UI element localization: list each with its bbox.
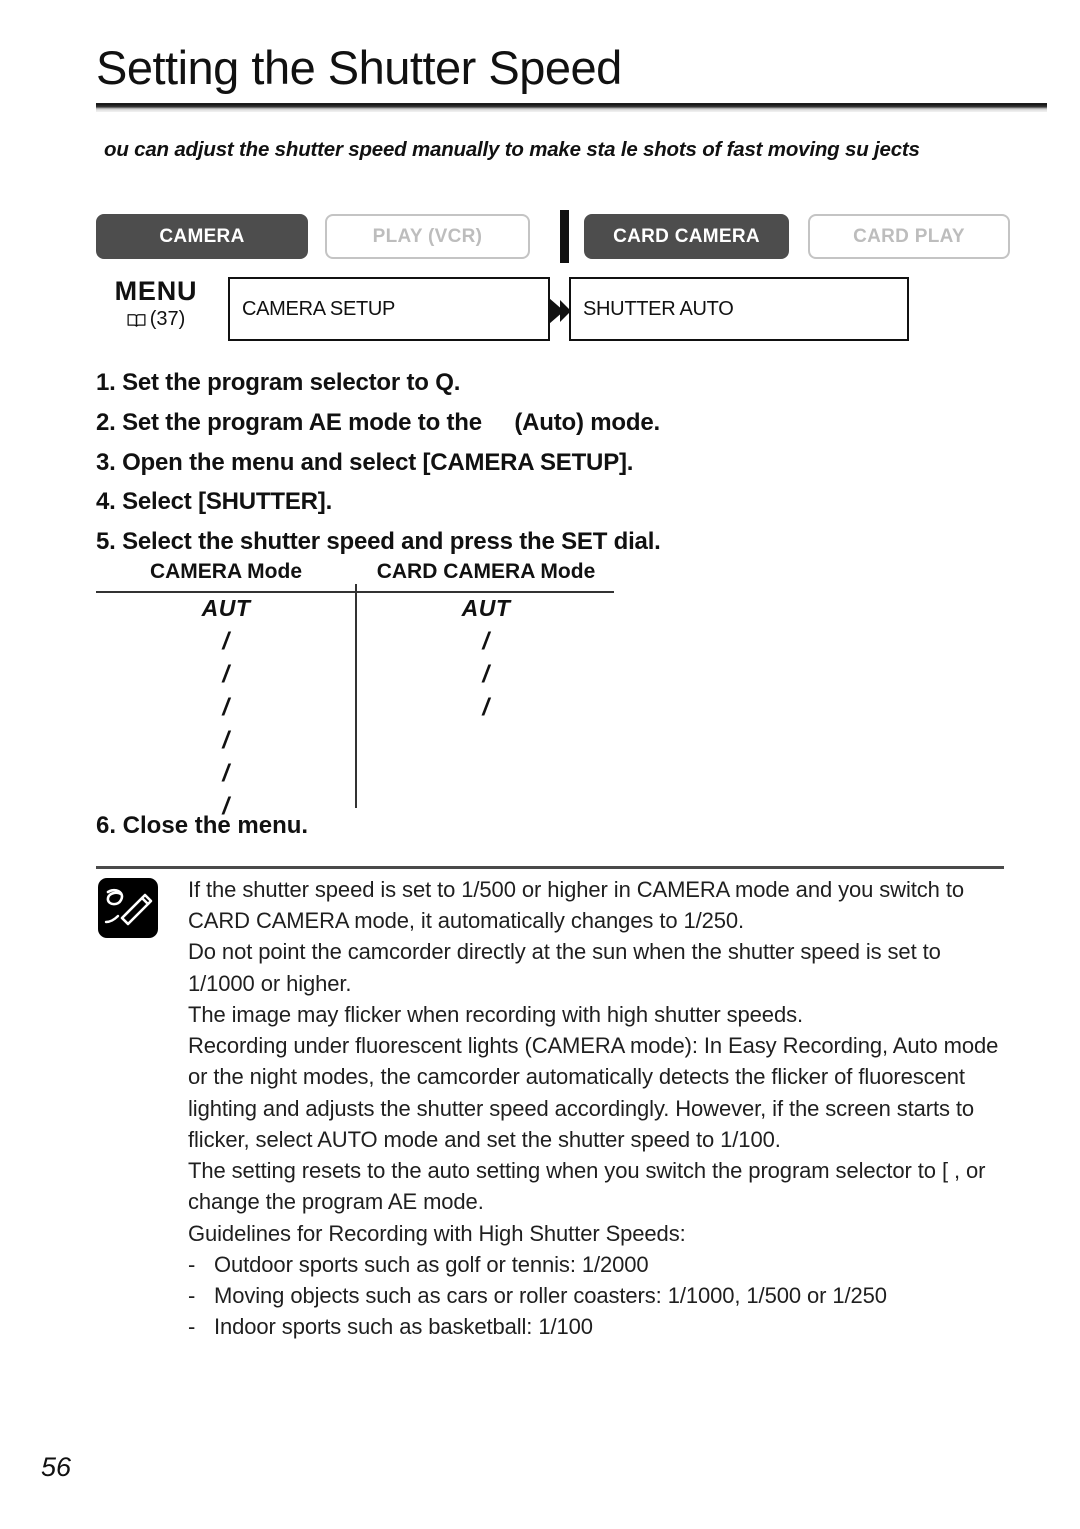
mode-button-card-camera[interactable]: CARD CAMERA — [584, 214, 789, 259]
menu-reference-text: (37) — [149, 308, 186, 330]
mode-button-camera[interactable]: CAMERA — [96, 214, 308, 259]
note-paragraph: If the shutter speed is set to 1/500 or … — [188, 877, 964, 934]
menu-box-camera-setup-label: CAMERA SETUP — [242, 297, 396, 320]
mode-button-play-vcr-label: PLAY (VCR) — [372, 225, 483, 247]
guideline-dash: - — [188, 1283, 196, 1309]
mode-button-row: CAMERA PLAY (VCR) CARD CAMERA CARD PLAY — [96, 210, 1010, 263]
title-divider — [96, 102, 1047, 112]
notes-divider — [96, 866, 1004, 869]
table-cell: / — [222, 760, 230, 788]
mode-button-play-vcr[interactable]: PLAY (VCR) — [325, 214, 530, 259]
mode-button-card-play-label: CARD PLAY — [853, 225, 965, 247]
menu-label: MENU — [114, 276, 198, 306]
mode-button-camera-label: CAMERA — [159, 225, 245, 247]
open-book-icon — [127, 312, 146, 327]
table-cell: / — [222, 693, 230, 721]
guideline-dash: - — [188, 1251, 196, 1277]
intro-paragraph: ou can adjust the shutter speed manually… — [104, 138, 920, 161]
guideline-item: - Indoor sports such as basketball: 1/10… — [188, 1311, 1000, 1342]
step-6: 6. Close the menu. — [96, 812, 309, 839]
step-3: 3. Open the menu and select [CAMERA SETU… — [96, 448, 634, 476]
mode-group-separator — [560, 210, 569, 263]
title-block: Setting the Shutter Speed — [96, 41, 1047, 112]
guideline-text: Moving objects such as cars or roller co… — [214, 1283, 887, 1309]
table-header-camera-mode: CAMERA Mode — [149, 560, 303, 583]
table-cell: / — [482, 693, 490, 721]
document-page: Setting the Shutter Speed ou can adjust … — [0, 0, 1080, 1529]
note-paragraph: The setting resets to the auto setting w… — [188, 1158, 986, 1215]
menu-box-shutter[interactable]: SHUTTER AUTO — [569, 277, 909, 341]
note-paragraph: Recording under fluorescent lights (CAME… — [188, 1033, 999, 1152]
note-paragraph: Guidelines for Recording with High Shutt… — [188, 1220, 686, 1246]
table-cell: / — [222, 727, 230, 755]
pencil-note-icon — [98, 878, 158, 938]
guideline-dash: - — [188, 1314, 196, 1340]
step-5: 5. Select the shutter speed and press th… — [96, 528, 661, 556]
guideline-text: Outdoor sports such as golf or tennis: 1… — [214, 1251, 649, 1277]
page-number: 56 — [41, 1452, 72, 1482]
table-body: AUT / / / / / / AUT / / / — [96, 584, 616, 820]
note-paragraph: The image may flicker when recording wit… — [188, 1001, 803, 1027]
step-2-prefix: 2. Set the program AE mode to the — [96, 408, 489, 436]
notes-block: If the shutter speed is set to 1/500 or … — [188, 874, 1000, 1343]
guideline-item: - Moving objects such as cars or roller … — [188, 1280, 1000, 1311]
table-header-card-camera-mode: CARD CAMERA Mode — [376, 560, 596, 583]
step-4: 4. Select [SHUTTER]. — [96, 488, 333, 516]
mode-button-card-camera-label: CARD CAMERA — [613, 225, 760, 247]
menu-label-group: MENU (37) — [96, 276, 216, 330]
table-column-camera-mode: AUT / / / / / / — [96, 593, 356, 823]
table-column-card-camera-mode: AUT / / / — [356, 593, 616, 724]
menu-box-camera-setup[interactable]: CAMERA SETUP — [228, 277, 550, 341]
table-cell: AUT — [201, 595, 251, 621]
guideline-item: - Outdoor sports such as golf or tennis:… — [188, 1249, 1000, 1280]
menu-page-reference: (37) — [96, 309, 216, 329]
shutter-speed-table: CAMERA Mode CARD CAMERA Mode AUT / / / /… — [96, 560, 616, 820]
procedure-steps: 1. Set the program selector to Q. 2. Set… — [96, 363, 996, 562]
table-cell: / — [482, 627, 490, 655]
table-cell: / — [222, 660, 230, 688]
menu-navigation-row: MENU (37) CAMERA SETUP SHUTTER AUTO — [96, 276, 916, 344]
menu-box-shutter-label: SHUTTER AUTO — [583, 297, 734, 320]
guideline-text: Indoor sports such as basketball: 1/100 — [214, 1314, 593, 1340]
table-cell: / — [482, 660, 490, 688]
step-2-suffix: (Auto) mode. — [514, 408, 660, 436]
step-1: 1. Set the program selector to Q. — [96, 369, 461, 396]
note-paragraph: Do not point the camcorder directly at t… — [188, 939, 941, 996]
table-cell: AUT — [461, 595, 511, 621]
page-title: Setting the Shutter Speed — [96, 41, 622, 94]
table-cell: / — [222, 627, 230, 655]
mode-button-card-play[interactable]: CARD PLAY — [808, 214, 1010, 259]
step-2: 2. Set the program AE mode to the (Auto)… — [96, 403, 996, 443]
double-chevron-right-icon — [544, 296, 572, 326]
